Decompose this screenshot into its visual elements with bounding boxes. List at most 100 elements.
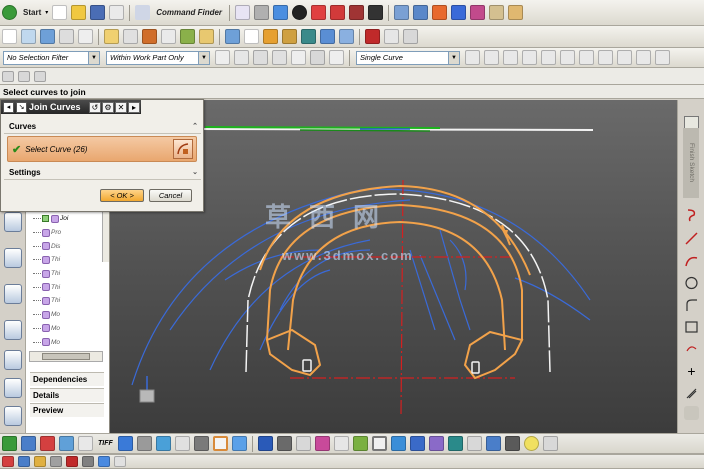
command-finder-button[interactable]: Command Finder bbox=[152, 5, 226, 20]
rotate-view-icon[interactable] bbox=[254, 5, 270, 20]
revolve-icon[interactable] bbox=[59, 29, 74, 44]
studio-icon[interactable] bbox=[314, 436, 330, 451]
blend-icon[interactable] bbox=[282, 29, 297, 44]
analysis-display-icon[interactable] bbox=[352, 436, 368, 451]
ray-trace-icon[interactable] bbox=[155, 436, 171, 451]
box-icon[interactable] bbox=[349, 5, 365, 20]
wireframe-box-icon[interactable] bbox=[212, 436, 228, 451]
presentation-icon[interactable] bbox=[136, 436, 152, 451]
vertical-scrollbar[interactable] bbox=[102, 212, 109, 262]
open-folder-icon[interactable] bbox=[71, 5, 87, 20]
sketch-settings-icon[interactable] bbox=[114, 456, 126, 467]
delete-icon[interactable] bbox=[34, 70, 46, 82]
render-style-icon[interactable] bbox=[292, 5, 308, 20]
deselect-icon[interactable] bbox=[234, 50, 249, 65]
measure-icon[interactable] bbox=[489, 5, 505, 20]
datum-icon[interactable] bbox=[21, 29, 36, 44]
customize-icon[interactable] bbox=[403, 29, 418, 44]
annotation-icon[interactable] bbox=[333, 436, 349, 451]
shadow-icon[interactable] bbox=[174, 436, 190, 451]
profile-icon[interactable] bbox=[684, 208, 699, 222]
tree-node[interactable]: Thi bbox=[28, 294, 106, 308]
unite-icon[interactable] bbox=[225, 29, 240, 44]
curves-group-header[interactable]: Curves ⌃ bbox=[4, 120, 201, 134]
settings-group-header[interactable]: Settings ⌄ bbox=[4, 166, 201, 180]
curve-selector-button[interactable] bbox=[173, 139, 193, 159]
fillet-icon[interactable] bbox=[684, 298, 699, 312]
horizontal-scrollbar[interactable] bbox=[29, 351, 103, 362]
arc-center-snap-icon[interactable] bbox=[579, 50, 594, 65]
history-icon[interactable] bbox=[4, 320, 22, 340]
sweep-icon[interactable] bbox=[78, 29, 93, 44]
point-on-curve-snap-icon[interactable] bbox=[617, 50, 632, 65]
display-mode-icon[interactable] bbox=[257, 436, 273, 451]
selection-filter-dropdown[interactable]: No Selection Filter ▼ bbox=[3, 50, 100, 65]
background-color-icon[interactable] bbox=[368, 5, 384, 20]
new-file-icon[interactable] bbox=[52, 5, 68, 20]
lightbulb-icon[interactable] bbox=[523, 436, 539, 451]
scrollbar-thumb[interactable] bbox=[42, 353, 90, 360]
analysis-icon[interactable] bbox=[470, 5, 486, 20]
tree-node[interactable]: Thi bbox=[28, 280, 106, 294]
curve-rule-dropdown[interactable]: Single Curve ▼ bbox=[356, 50, 460, 65]
playback-icon[interactable] bbox=[384, 29, 399, 44]
command-finder-icon[interactable] bbox=[135, 5, 151, 20]
infer-constraints-icon[interactable] bbox=[98, 456, 110, 467]
start-menu-button[interactable]: Start bbox=[19, 5, 45, 20]
rectangle-icon[interactable] bbox=[684, 320, 699, 334]
render-icon[interactable] bbox=[21, 436, 36, 451]
shaded-box-icon[interactable] bbox=[231, 436, 247, 451]
roles-icon[interactable] bbox=[4, 406, 22, 426]
layer-settings-icon[interactable] bbox=[394, 5, 410, 20]
system-materials-icon[interactable] bbox=[4, 350, 22, 370]
reset-icon[interactable]: ↺ bbox=[89, 101, 101, 113]
right-slot[interactable] bbox=[471, 361, 480, 374]
dialog-title-bar[interactable]: ◂ ↘ Join Curves ↺ ⚙ ✕ ▸ bbox=[1, 100, 141, 114]
extrude-icon[interactable] bbox=[40, 29, 55, 44]
circle-icon[interactable] bbox=[684, 276, 699, 290]
download-icon[interactable] bbox=[193, 436, 209, 451]
show-constraints-icon[interactable] bbox=[50, 456, 62, 467]
reference-icon[interactable] bbox=[466, 436, 482, 451]
follow-fillet-icon[interactable] bbox=[484, 50, 499, 65]
existing-point-snap-icon[interactable] bbox=[636, 50, 651, 65]
help-icon[interactable] bbox=[485, 436, 501, 451]
shell-icon[interactable] bbox=[320, 29, 335, 44]
scope-dropdown[interactable]: Within Work Part Only ▼ bbox=[106, 50, 210, 65]
reuse-library-icon[interactable] bbox=[4, 284, 22, 304]
part-navigator-icon[interactable] bbox=[4, 248, 22, 268]
wcs-icon[interactable] bbox=[413, 5, 429, 20]
process-icon[interactable] bbox=[428, 436, 444, 451]
start-icon[interactable] bbox=[2, 5, 17, 20]
offset-icon[interactable] bbox=[199, 29, 214, 44]
shaded-cube-icon[interactable] bbox=[273, 5, 289, 20]
polygon-icon[interactable] bbox=[684, 343, 699, 357]
select-all-icon[interactable] bbox=[215, 50, 230, 65]
tree-node[interactable]: Joi bbox=[28, 212, 106, 226]
intersection-snap-icon[interactable] bbox=[560, 50, 575, 65]
tree-node[interactable]: Thi bbox=[28, 253, 106, 267]
edit-object-icon[interactable] bbox=[432, 5, 448, 20]
cursor-select-icon[interactable] bbox=[371, 436, 387, 451]
alternate-solution-icon[interactable] bbox=[82, 456, 94, 467]
arc-icon[interactable] bbox=[684, 254, 699, 268]
dimension-icon[interactable] bbox=[18, 456, 30, 467]
dependencies-section[interactable]: Dependencies bbox=[30, 372, 104, 386]
checkbox-icon[interactable] bbox=[42, 215, 49, 223]
camera-icon[interactable] bbox=[276, 436, 292, 451]
collapse-icon[interactable]: ▸ bbox=[128, 101, 140, 113]
transform-icon[interactable] bbox=[451, 5, 467, 20]
tangent-snap-icon[interactable] bbox=[655, 50, 670, 65]
settings-icon[interactable] bbox=[504, 436, 520, 451]
snap-icon[interactable] bbox=[272, 50, 287, 65]
draft-icon[interactable] bbox=[339, 29, 354, 44]
convert-reference-icon[interactable] bbox=[66, 456, 78, 467]
select-curve-row[interactable]: ✔ Select Curve (26) bbox=[7, 136, 197, 162]
material-icon[interactable] bbox=[40, 436, 55, 451]
filter-icon[interactable] bbox=[253, 50, 268, 65]
subtract-icon[interactable] bbox=[244, 29, 259, 44]
tree-node[interactable]: Mo bbox=[28, 322, 106, 336]
paste-icon[interactable] bbox=[18, 70, 30, 82]
details-section[interactable]: Details bbox=[30, 388, 104, 402]
pocket-icon[interactable] bbox=[142, 29, 157, 44]
